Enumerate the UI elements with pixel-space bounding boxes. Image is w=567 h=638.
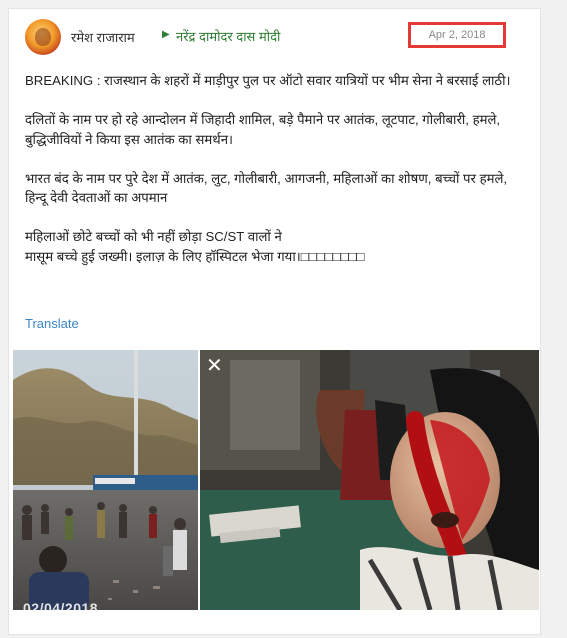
injured-woman-image (200, 350, 539, 610)
post-paragraph: BREAKING : राजस्थान के शहरों में माड़ीपु… (25, 73, 511, 88)
post-card: रमेश राजाराम ▶ नरेंद्र दामोदर दास मोदी A… (8, 8, 541, 635)
post-paragraph: दलितों के नाम पर हो रहे आन्दोलन में जिहा… (25, 112, 501, 147)
post-paragraph: भारत बंद के नाम पर पुरे देश में आतंक, लु… (25, 170, 508, 206)
photo-date-stamp: 02/04/2018 (23, 600, 99, 610)
author-name[interactable]: रमेश राजाराम (71, 28, 135, 46)
date-highlight-box: Apr 2, 2018 (408, 22, 506, 48)
avatar[interactable] (25, 19, 61, 55)
triangle-right-icon: ▶ (162, 29, 170, 40)
close-icon[interactable]: ✕ (206, 356, 223, 376)
translate-link[interactable]: Translate (25, 316, 79, 331)
post-date[interactable]: Apr 2, 2018 (429, 29, 486, 41)
target-profile-name[interactable]: नरेंद्र दामोदर दास मोदी (176, 27, 280, 45)
post-body: BREAKING : राजस्थान के शहरों में माड़ीपु… (25, 71, 525, 286)
photo-crowd-scene[interactable]: 02/04/2018 (13, 350, 198, 610)
photo-injured-woman[interactable]: ✕ (200, 350, 539, 610)
crowd-scene-image (13, 350, 198, 610)
post-paragraph: महिलाओं छोटे बच्चों को भी नहीं छोड़ा SC/… (25, 229, 365, 264)
